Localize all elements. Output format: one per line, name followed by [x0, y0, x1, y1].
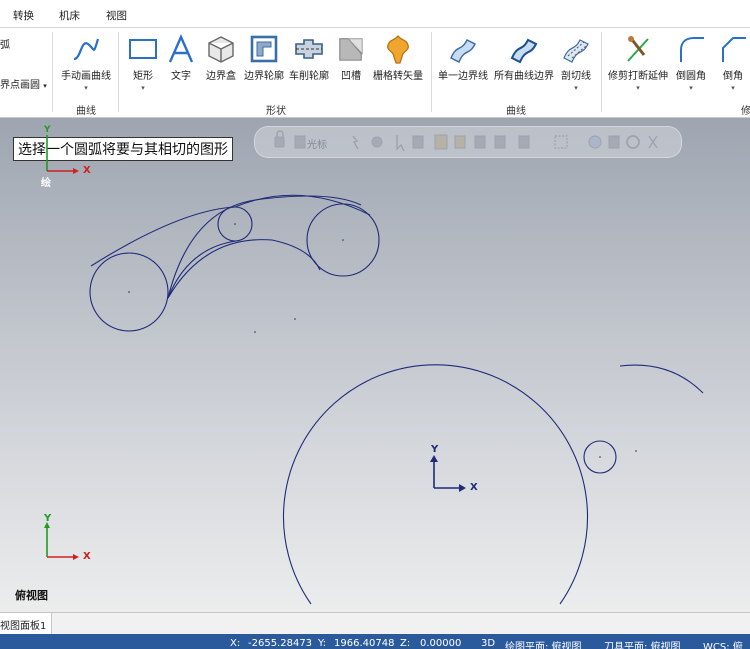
- bounding-box-button[interactable]: 边界盒: [202, 32, 240, 82]
- all-edge-curves-icon: [492, 32, 556, 66]
- status-x-label: X:: [230, 638, 241, 649]
- boundary-profile-button[interactable]: 边界轮廓: [242, 32, 286, 82]
- gnomon-bottom-y-label: Y: [44, 513, 52, 524]
- status-x-value: -2655.28473: [248, 638, 313, 649]
- fillet-button[interactable]: 倒圆角 ▾: [674, 32, 708, 92]
- groove-icon: [337, 32, 365, 66]
- origin-axes: [430, 455, 466, 492]
- partial-arc-right[interactable]: [619, 364, 704, 394]
- trim-break-extend-icon: [606, 32, 670, 66]
- raster-to-vector-icon: [370, 32, 426, 66]
- single-edge-curve-icon: [436, 32, 490, 66]
- dropdown-arrow-icon: ▾: [43, 82, 47, 90]
- ribbon-group-curve-2: 曲线: [506, 106, 526, 117]
- drawing-canvas: [44, 135, 704, 605]
- ribbon-separator: [52, 32, 53, 112]
- draw-label: 绘: [41, 178, 51, 189]
- tangent-arc-upper[interactable]: [167, 195, 362, 299]
- center-points: [128, 223, 637, 458]
- menu-tab-view[interactable]: 视图: [106, 8, 127, 23]
- tab-view-panel-1[interactable]: 视图面板1: [0, 613, 53, 634]
- status-tool-plane[interactable]: 刀具平面: 俯视图: [604, 638, 681, 649]
- dropdown-arrow-icon: ▾: [84, 84, 88, 92]
- boundary-point-circle-button[interactable]: 界点画圆 ▾: [0, 76, 47, 91]
- tangent-arc-inner-left[interactable]: [167, 240, 237, 299]
- arc-button-partial[interactable]: 弧: [0, 36, 10, 51]
- ribbon-group-curve: 曲线: [76, 106, 96, 117]
- menu-tab-transform[interactable]: 转换: [13, 8, 34, 23]
- status-y-label: Y:: [318, 638, 327, 649]
- chamfer-icon: [716, 32, 750, 66]
- slice-icon: [559, 32, 593, 66]
- status-z-value[interactable]: 0.00000: [420, 638, 461, 649]
- status-wcs[interactable]: WCS: 俯: [703, 638, 743, 649]
- freehand-curve-icon: [58, 32, 114, 66]
- text-icon: [166, 32, 196, 66]
- boundary-profile-icon: [242, 32, 286, 66]
- view-name-label: 俯视图: [15, 589, 48, 602]
- text-button[interactable]: 文字: [166, 32, 196, 82]
- bounding-box-icon: [202, 32, 240, 66]
- gnomon-top-y-label: Y: [44, 125, 51, 135]
- gnomon-top: [46, 135, 79, 174]
- dropdown-arrow-icon: ▾: [141, 84, 145, 92]
- menu-tab-machine[interactable]: 机床: [59, 8, 80, 23]
- geometry: [89, 194, 704, 605]
- menu-bar: 转换 机床 视图: [0, 0, 750, 28]
- tangent-arc-inner-right[interactable]: [167, 239, 321, 299]
- fillet-icon: [674, 32, 708, 66]
- graphics-viewport[interactable]: 光标 选择一个圆弧将要与其相切的图形 Y X 绘 Y X Y X 俯视图: [0, 118, 750, 612]
- origin-x-label: X: [470, 482, 478, 493]
- turn-profile-icon: [287, 32, 331, 66]
- ribbon-group-modify: 修: [741, 106, 750, 117]
- large-circle[interactable]: [282, 364, 589, 605]
- all-edge-curves-button[interactable]: 所有曲线边界: [492, 32, 556, 82]
- ribbon-group-shape: 形状: [266, 106, 286, 117]
- status-bar: X: -2655.28473 Y: 1966.40748 Z: 0.00000 …: [0, 634, 750, 649]
- turn-profile-button[interactable]: 车削轮廓: [287, 32, 331, 82]
- raster-to-vector-button[interactable]: 栅格转矢量: [370, 32, 426, 82]
- trim-break-extend-button[interactable]: 修剪打断延伸 ▾: [606, 32, 670, 92]
- slice-button[interactable]: 剖切线 ▾: [559, 32, 593, 92]
- rectangle-button[interactable]: 矩形 ▾: [126, 32, 160, 92]
- view-panel-tabs: 视图面板1: [0, 612, 750, 634]
- ribbon-separator: [601, 32, 602, 112]
- ribbon: 弧 界点画圆 ▾ 手动画曲线 ▾ 曲线 矩形 ▾ 文字 边界盒 边界轮廓 车削轮…: [0, 28, 750, 118]
- status-3d-toggle[interactable]: 3D: [481, 638, 495, 649]
- dropdown-arrow-icon: ▾: [574, 84, 578, 92]
- status-y-value: 1966.40748: [334, 638, 395, 649]
- single-edge-curve-button[interactable]: 单一边界线: [436, 32, 490, 82]
- gnomon-top-x-label: X: [83, 165, 91, 176]
- dropdown-arrow-icon: ▾: [636, 84, 640, 92]
- groove-button[interactable]: 凹槽: [337, 32, 365, 82]
- ribbon-separator: [431, 32, 432, 112]
- status-draw-plane[interactable]: 绘图平面: 俯视图: [505, 638, 582, 649]
- ribbon-separator: [118, 32, 119, 112]
- status-z-label: Z:: [400, 638, 411, 649]
- gnomon-bottom: [44, 522, 79, 560]
- dropdown-arrow-icon: ▾: [731, 84, 735, 92]
- chamfer-button[interactable]: 倒角 ▾: [716, 32, 750, 92]
- dropdown-arrow-icon: ▾: [689, 84, 693, 92]
- freehand-curve-button[interactable]: 手动画曲线 ▾: [58, 32, 114, 92]
- rectangle-icon: [126, 32, 160, 66]
- gnomon-bottom-x-label: X: [83, 551, 91, 562]
- origin-y-label: Y: [431, 444, 439, 455]
